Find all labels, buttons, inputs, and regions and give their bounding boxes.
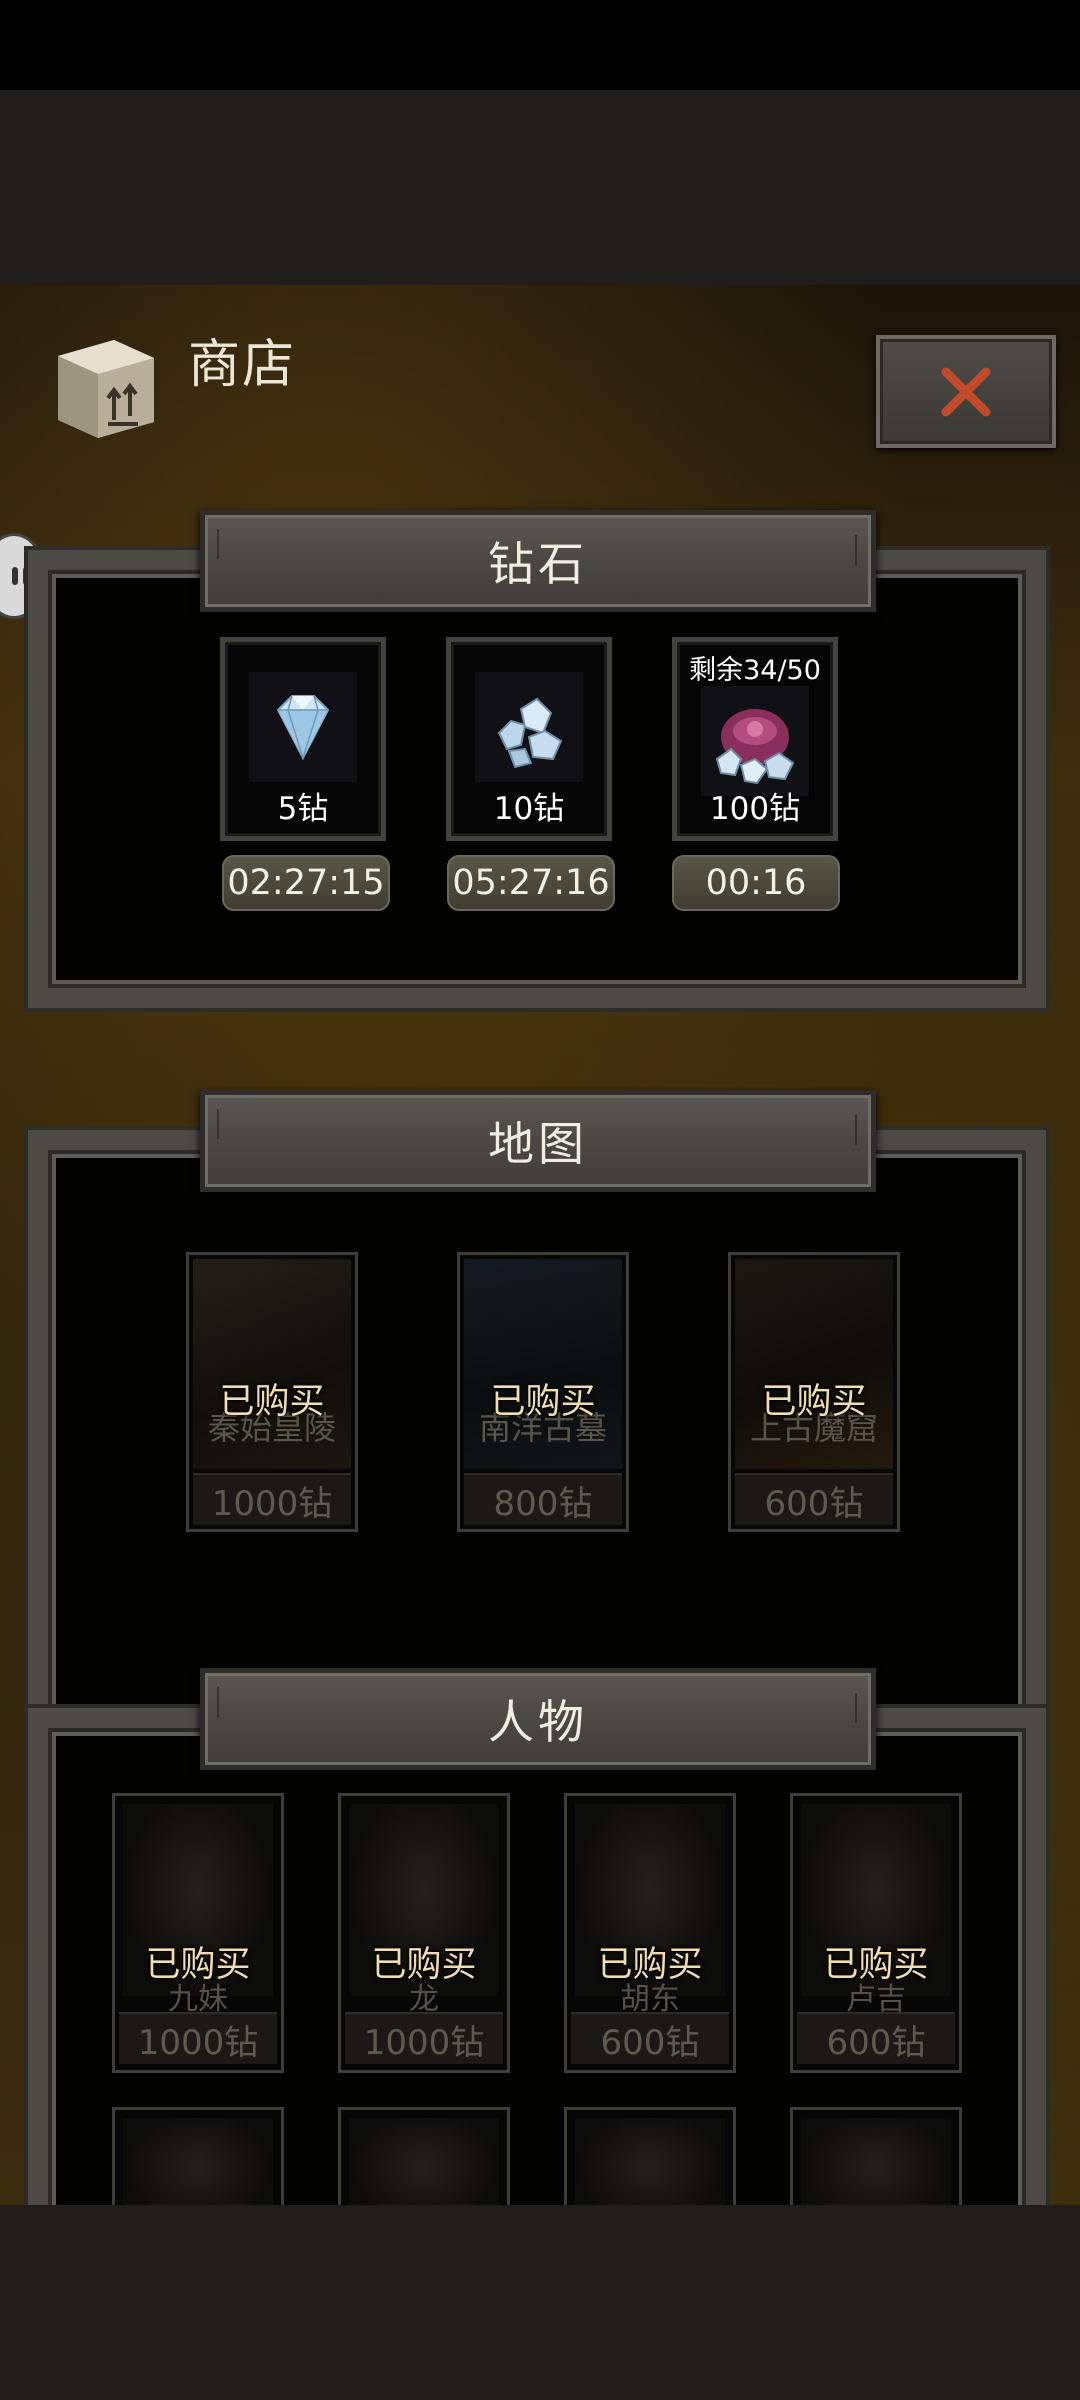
- purchased-badge: 已购买: [761, 1382, 867, 1422]
- character-item-3[interactable]: 胡东 已购买 600钻: [564, 1793, 736, 2073]
- purchased-badge: 已购买: [490, 1382, 596, 1422]
- character-item-5[interactable]: [112, 2107, 284, 2205]
- character-portrait: [349, 2118, 499, 2205]
- diamond-section-label: 钻石: [488, 537, 588, 591]
- game-screen: 商店 钻石 5钻 02:27:15 10钻 05:27:16 剩余34/50 1…: [0, 285, 1080, 2205]
- crate-icon: [48, 330, 160, 442]
- diamond-item-1[interactable]: 5钻: [220, 637, 386, 841]
- diamond-item-2[interactable]: 10钻: [446, 637, 612, 841]
- character-item-4[interactable]: 卢吉 已购买 600钻: [790, 1793, 962, 2073]
- map-section-title: 地图: [200, 1090, 876, 1192]
- diamond-item-label: 100钻: [709, 791, 801, 827]
- character-item-6[interactable]: [338, 2107, 510, 2205]
- character-price: 600钻: [571, 2012, 729, 2064]
- character-price: 600钻: [797, 2012, 955, 2064]
- map-item-3[interactable]: 上古魔窟 已购买 600钻: [728, 1252, 900, 1532]
- diamond-item-label: 10钻: [493, 791, 565, 827]
- purchased-badge: 已购买: [371, 1945, 477, 1985]
- diamond-item-timer: 02:27:15: [222, 855, 390, 911]
- diamond-item-remaining: 剩余34/50: [689, 655, 821, 686]
- map-price: 800钻: [464, 1473, 622, 1525]
- diamond-section-title: 钻石: [200, 510, 876, 612]
- map-price: 1000钻: [193, 1473, 351, 1525]
- diamond-item-timer: 05:27:16: [447, 855, 615, 911]
- map-item-2[interactable]: 南洋古墓 已购买 800钻: [457, 1252, 629, 1532]
- close-x-icon: [941, 367, 991, 416]
- character-item-2[interactable]: 龙 已购买 1000钻: [338, 1793, 510, 2073]
- purchased-badge: 已购买: [145, 1945, 251, 1985]
- map-section-label: 地图: [488, 1117, 588, 1171]
- diamond-bag-icon: [701, 686, 809, 796]
- page-title: 商店: [188, 335, 297, 395]
- purchased-badge: 已购买: [823, 1945, 929, 1985]
- diamond-item-timer: 00:16: [672, 855, 840, 911]
- character-portrait: [801, 2118, 951, 2205]
- diamond-item-label: 5钻: [277, 791, 329, 827]
- character-section-title: 人物: [200, 1668, 876, 1770]
- character-portrait: [575, 2118, 725, 2205]
- character-price: 1000钻: [119, 2012, 277, 2064]
- character-item-8[interactable]: [790, 2107, 962, 2205]
- diamond-small-icon: [249, 672, 357, 782]
- character-item-1[interactable]: 九妹 已购买 1000钻: [112, 1793, 284, 2073]
- diamond-pile-icon: [475, 672, 583, 782]
- character-item-7[interactable]: [564, 2107, 736, 2205]
- character-portrait: [123, 2118, 273, 2205]
- character-price: 1000钻: [345, 2012, 503, 2064]
- close-button[interactable]: [876, 335, 1056, 448]
- map-item-1[interactable]: 秦始皇陵 已购买 1000钻: [186, 1252, 358, 1532]
- status-bar: [0, 0, 1080, 90]
- navigation-bar: [0, 2205, 1080, 2400]
- character-section-label: 人物: [488, 1695, 588, 1749]
- purchased-badge: 已购买: [597, 1945, 703, 1985]
- diamond-item-3[interactable]: 剩余34/50 100钻: [672, 637, 838, 841]
- purchased-badge: 已购买: [219, 1382, 325, 1422]
- map-price: 600钻: [735, 1473, 893, 1525]
